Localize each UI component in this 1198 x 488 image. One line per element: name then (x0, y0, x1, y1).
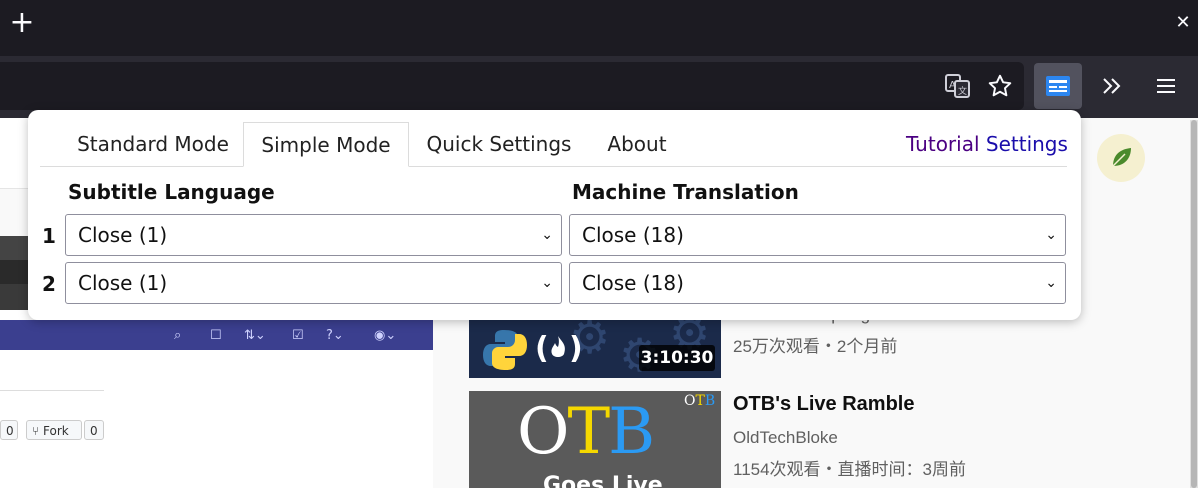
thumbnail-logo-text: OTB (517, 395, 655, 469)
divider (0, 390, 104, 391)
leaf-icon (1112, 148, 1131, 167)
fork-label: Fork (43, 424, 69, 438)
pull-request-icon[interactable]: ⇅⌄ (244, 328, 266, 343)
search-icon[interactable]: ⌕ (174, 328, 181, 343)
machine-translation-select-2[interactable]: Close (18) ⌄ (569, 262, 1066, 304)
subtitle-extension-icon[interactable] (1034, 63, 1082, 109)
fork-button[interactable]: ⑂ Fork (26, 420, 82, 440)
avatar[interactable] (1097, 134, 1145, 182)
row-number: 2 (42, 272, 56, 296)
bookmark-star-icon[interactable] (982, 68, 1018, 104)
video-title[interactable]: OTB's Live Ramble (733, 393, 914, 416)
tab-simple-mode[interactable]: Simple Mode (243, 122, 409, 167)
user-menu-icon[interactable]: ◉⌄ (374, 328, 396, 343)
thumbnail-subtitle: Goes Live (543, 473, 663, 488)
window-close-button[interactable]: ✕ (1172, 12, 1194, 34)
tab-strip (0, 0, 1198, 56)
subtitle-language-select-1[interactable]: Close (1) ⌄ (65, 214, 562, 256)
svg-text:(: ( (535, 331, 549, 366)
machine-translation-select-1[interactable]: Close (18) ⌄ (569, 214, 1066, 256)
svg-text:): ) (569, 331, 581, 366)
check-icon[interactable]: ☑ (292, 328, 304, 343)
select-value: Close (1) (78, 223, 168, 247)
tab-quick-settings[interactable]: Quick Settings (414, 122, 584, 166)
tab-about[interactable]: About (594, 122, 680, 166)
tab-standard-mode[interactable]: Standard Mode (58, 122, 248, 166)
svg-text:文: 文 (958, 85, 967, 97)
select-value: Close (18) (582, 271, 684, 295)
tutorial-settings-link[interactable]: Tutorial Settings (906, 132, 1068, 156)
python-logo-icon (483, 330, 527, 370)
star-count[interactable]: 0 (0, 420, 18, 440)
search-box-fragment (0, 118, 30, 189)
freecodecamp-logo-icon: () (535, 331, 581, 366)
subtitle-extension-popup: Standard Mode Simple Mode Quick Settings… (28, 110, 1081, 320)
tutorial-link[interactable]: Tutorial (906, 132, 980, 156)
github-header-bar: ⌕ ☐ ⇅⌄ ☑ ?⌄ ◉⌄ (0, 320, 433, 350)
video-duration: 3:10:30 (639, 345, 715, 371)
video-meta: 25万次观看・2个月前 (733, 337, 898, 356)
subtitle-language-select-2[interactable]: Close (1) ⌄ (65, 262, 562, 304)
video-thumbnail[interactable]: OTB OTB Goes Live (469, 391, 721, 488)
svg-text:A: A (949, 80, 956, 91)
settings-link[interactable]: Settings (986, 132, 1068, 156)
url-bar[interactable] (0, 62, 1024, 110)
chevron-down-icon: ⌄ (541, 227, 553, 243)
video-meta: 1154次观看・直播时间：3周前 (733, 460, 967, 479)
preview-stripe (0, 284, 28, 310)
translate-icon[interactable]: A文 (940, 68, 976, 104)
new-tab-button[interactable]: + (8, 8, 36, 38)
video-channel[interactable]: OldTechBloke (733, 428, 838, 448)
fork-icon: ⑂ (32, 424, 44, 438)
issue-icon[interactable]: ☐ (210, 328, 222, 343)
select-value: Close (18) (582, 223, 684, 247)
fork-count[interactable]: 0 (84, 420, 104, 440)
scrollbar-thumb[interactable] (1191, 120, 1197, 488)
thumbnail-corner-logo: OTB (684, 393, 716, 409)
row-number: 1 (42, 224, 56, 248)
preview-stripe (0, 236, 28, 260)
hamburger-menu-icon[interactable] (1148, 68, 1184, 104)
chevron-down-icon: ⌄ (1045, 275, 1057, 291)
preview-stripe (0, 260, 28, 284)
overflow-chevrons-icon[interactable] (1094, 68, 1130, 104)
chevron-down-icon: ⌄ (1045, 227, 1057, 243)
select-value: Close (1) (78, 271, 168, 295)
help-icon[interactable]: ?⌄ (326, 328, 344, 343)
subtitle-language-header: Subtitle Language (68, 180, 275, 204)
machine-translation-header: Machine Translation (572, 180, 799, 204)
chevron-down-icon: ⌄ (541, 275, 553, 291)
